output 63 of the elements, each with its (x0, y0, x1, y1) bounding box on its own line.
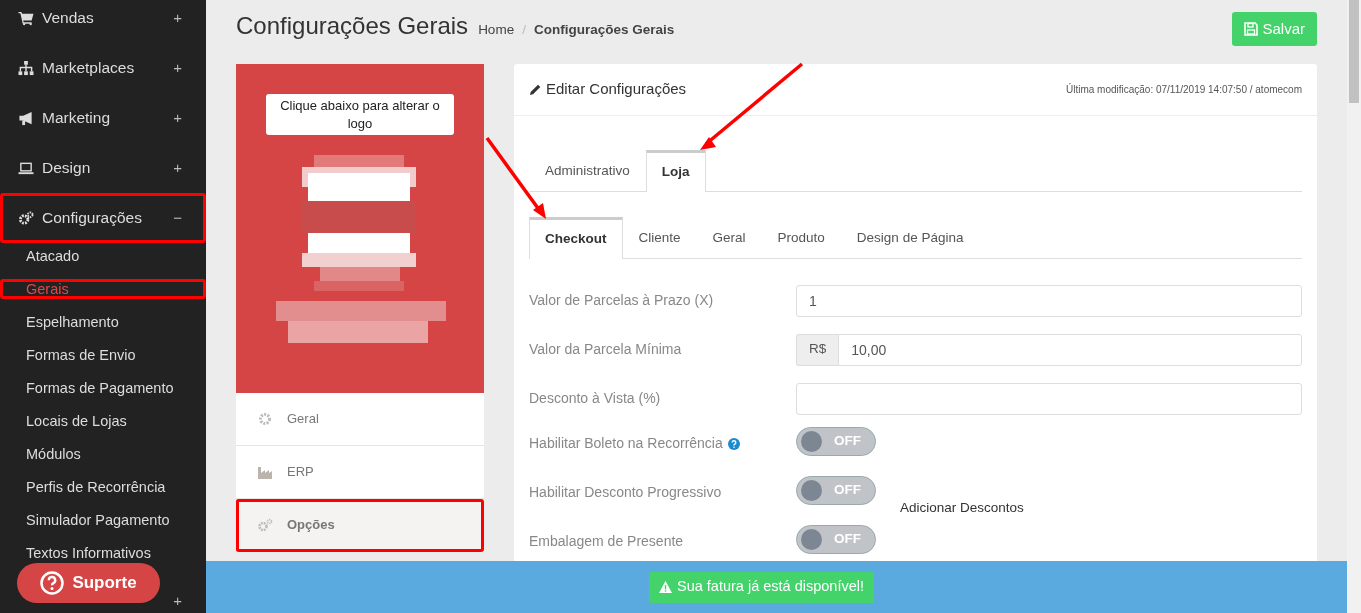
field-label: Habilitar Boleto na Recorrência (529, 434, 723, 453)
sidebar-item[interactable]: Configurações − (0, 193, 206, 243)
settings-menu-item[interactable]: Opções (236, 499, 484, 552)
sidebar-item[interactable]: Marketing + (0, 93, 206, 143)
submenu-item[interactable]: Textos Informativos (0, 543, 206, 563)
field-label: Valor da Parcela Mínima (529, 340, 682, 359)
tab[interactable]: Produto (761, 217, 841, 259)
currency-addon: R$ (796, 333, 839, 366)
sidebar-item[interactable]: Marketplaces + (0, 43, 206, 93)
scrollbar-thumb[interactable] (1349, 0, 1359, 103)
input-field[interactable]: 10,00 (838, 333, 1302, 366)
breadcrumb-item[interactable]: Home (478, 20, 515, 41)
sidebar-item[interactable]: Vendas + (0, 0, 206, 43)
gears-icon (18, 210, 34, 226)
warning-icon (659, 581, 672, 593)
gears-icon (258, 517, 273, 533)
tab[interactable]: Geral (696, 217, 762, 259)
field-label: Habilitar Desconto Progressivo (529, 483, 722, 502)
pencil-icon (529, 83, 542, 96)
page-title: Configurações Gerais (236, 12, 469, 41)
factory-icon (258, 464, 273, 480)
submenu-item[interactable]: Gerais (0, 279, 206, 299)
expand-sign: + (173, 7, 182, 28)
field-label: Desconto à Vista (%) (529, 389, 661, 408)
tab[interactable]: Cliente (622, 217, 697, 259)
submenu-item[interactable]: Perfis de Recorrência (0, 477, 206, 497)
submenu-item[interactable]: Espelhamento (0, 312, 206, 332)
settings-menu-item[interactable]: Geral (236, 393, 484, 446)
expand-sign: + (173, 57, 182, 78)
field-label: Embalagem de Presente (529, 532, 684, 551)
breadcrumb-separator: / (522, 21, 526, 39)
settings-menu-item[interactable]: ERP (236, 446, 484, 499)
tab[interactable]: Administrativo (529, 150, 646, 192)
support-button[interactable]: Suporte (17, 563, 160, 603)
submenu-item[interactable]: Atacado (0, 246, 206, 266)
tab[interactable]: Design de Página (840, 217, 980, 259)
expand-sign: − (173, 207, 182, 228)
field-label: Valor de Parcelas à Prazo (X) (529, 291, 714, 310)
tab[interactable]: Checkout (529, 217, 623, 259)
submenu-item[interactable]: Formas de Pagamento (0, 378, 206, 398)
breadcrumb-item: Configurações Gerais (533, 21, 675, 39)
sidebar-item[interactable]: Design + (0, 143, 206, 193)
add-discounts-link[interactable]: Adicionar Descontos (900, 498, 1024, 519)
expand-sign: + (173, 107, 182, 128)
cart-icon (18, 10, 34, 26)
card-title: Editar Configurações (546, 79, 687, 100)
sitemap-icon (18, 60, 34, 76)
submenu-item[interactable]: Formas de Envio (0, 345, 206, 365)
help-icon[interactable] (727, 437, 740, 450)
input-field[interactable]: 1 (796, 284, 1302, 317)
laptop-icon (18, 160, 34, 176)
expand-sign[interactable]: + (173, 589, 182, 613)
tab[interactable]: Loja (645, 150, 706, 192)
help-icon (40, 571, 65, 595)
submenu-item[interactable]: Módulos (0, 444, 206, 464)
input-field[interactable] (796, 382, 1302, 415)
expand-sign: + (173, 157, 182, 178)
logo-hint: Clique abaixo para alterar o logo (266, 94, 454, 136)
gear-icon (258, 411, 273, 427)
last-modified-text: Última modificação: 07/11/2019 14:07:50 / atomecom (1065, 82, 1302, 97)
megaphone-icon (18, 110, 34, 126)
submenu-item[interactable]: Locais de Lojas (0, 411, 206, 431)
submenu-item[interactable]: Simulador Pagamento (0, 510, 206, 530)
